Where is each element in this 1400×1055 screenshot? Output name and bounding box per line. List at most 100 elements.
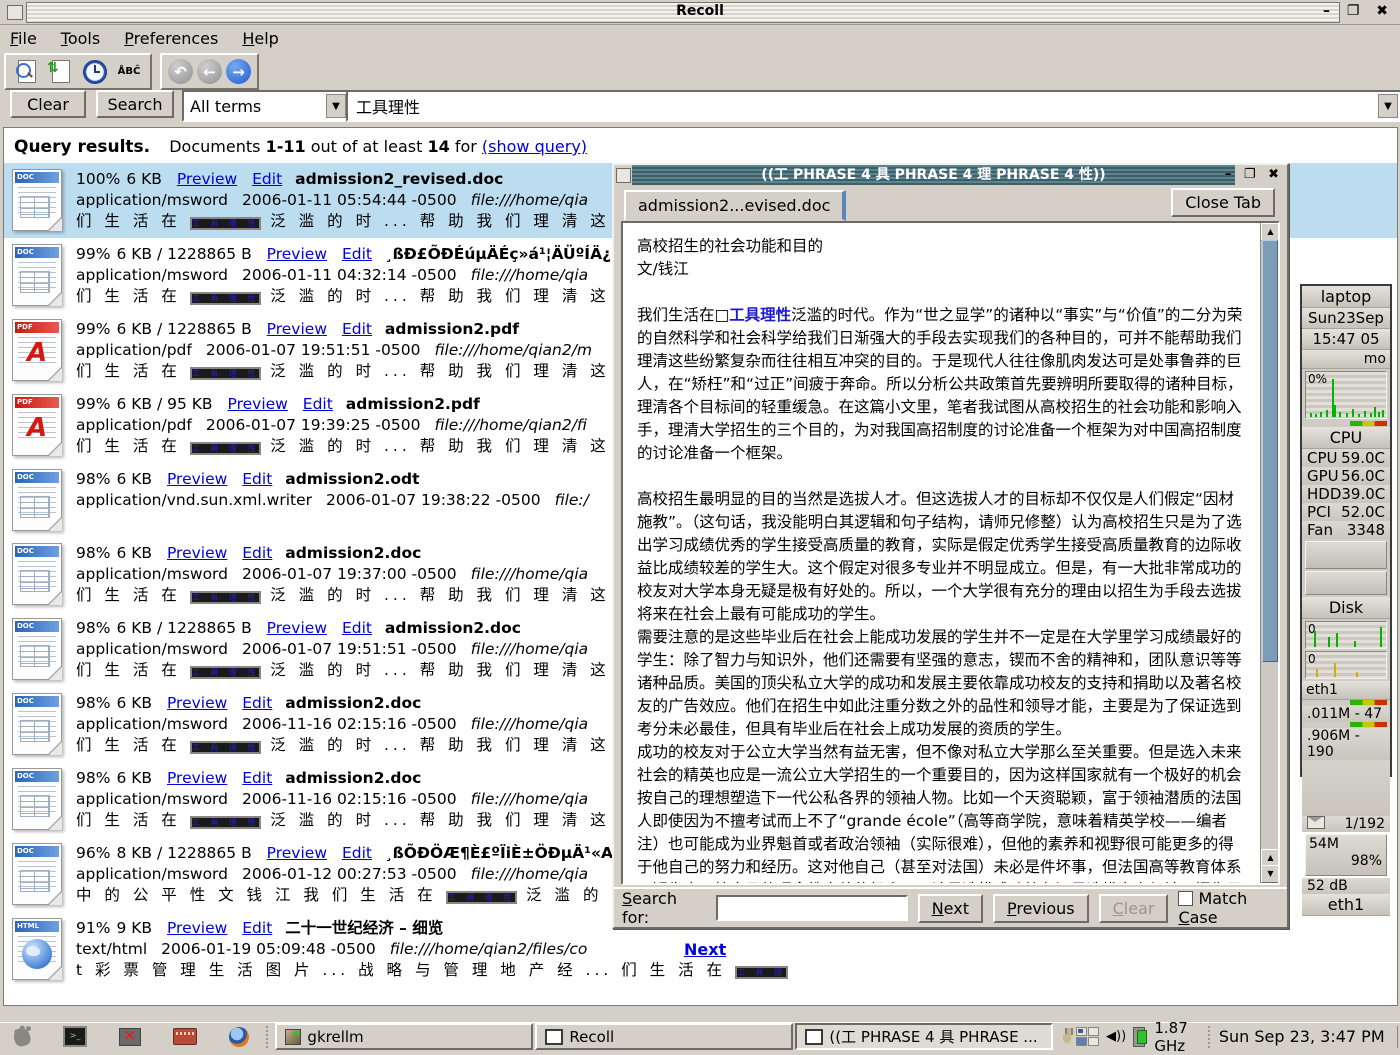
file-type-icon: HTML — [12, 918, 62, 980]
preview-text-area[interactable]: 高校招生的社会功能和目的文/钱江我们生活在□工具理性泛滥的时代。作为“世之显学”… — [621, 221, 1280, 885]
match-case-option[interactable]: Match Case — [1178, 889, 1287, 927]
find-previous-button[interactable]: Previous — [993, 894, 1089, 923]
temp-row-cpu: CPU59.0C — [1302, 449, 1390, 467]
close-tab-button[interactable]: Close Tab — [1171, 188, 1275, 217]
taskbar-button-preview[interactable]: ((工 PHRASE 4 具 PHRASE ... — [795, 1023, 1053, 1050]
edit-link[interactable]: Edit — [242, 544, 272, 562]
file-date: 2006-01-07 19:51:51 -0500 — [206, 341, 421, 359]
menu-file[interactable]: File — [10, 29, 37, 48]
menu-preferences[interactable]: Preferences — [124, 29, 218, 48]
net-rx-row: .011M - 47 — [1302, 706, 1390, 722]
preview-link[interactable]: Preview — [228, 395, 288, 413]
screen-off-icon — [119, 1028, 141, 1046]
file-url: file:///home/qia — [471, 191, 589, 209]
edit-link[interactable]: Edit — [303, 395, 333, 413]
edit-link[interactable]: Edit — [242, 769, 272, 787]
workspace-4[interactable] — [1088, 1037, 1099, 1046]
chevron-down-icon[interactable]: ▼ — [326, 94, 346, 118]
menu-help[interactable]: Help — [242, 29, 278, 48]
clear-button[interactable]: Clear — [10, 90, 86, 118]
edit-link[interactable]: Edit — [252, 170, 282, 188]
workspace-2[interactable] — [1088, 1027, 1099, 1036]
menu-tools[interactable]: Tools — [61, 29, 100, 48]
workspace-3[interactable] — [1076, 1037, 1087, 1046]
preview-tab[interactable]: admission2...evised.doc — [624, 190, 846, 221]
mail-count: 1/192 — [1345, 816, 1385, 832]
file-date: 2006-11-16 02:15:16 -0500 — [242, 790, 457, 808]
file-date: 2006-01-19 05:09:48 -0500 — [161, 940, 376, 958]
matched-term: 工 具 理 性 — [190, 442, 262, 455]
mime-type: application/msword — [76, 191, 228, 209]
query-input[interactable]: 工具理性 ▼ — [346, 90, 1400, 122]
scrollbar-thumb[interactable] — [1262, 240, 1278, 662]
net-tx: .906M - 190 — [1307, 728, 1385, 760]
gnome-menu-button[interactable] — [12, 1026, 31, 1048]
taskbar-clock[interactable]: Sun Sep 23, 3:47 PM — [1219, 1027, 1385, 1046]
firefox-launcher[interactable] — [229, 1026, 249, 1048]
search-button[interactable]: Search — [96, 90, 174, 118]
sort-button[interactable]: ⇅ — [46, 58, 76, 85]
taskbar-button-recoll[interactable]: Recoll — [535, 1023, 793, 1050]
net-tx-row: .906M - 190 — [1302, 728, 1390, 760]
edit-link[interactable]: Edit — [242, 694, 272, 712]
query-chevron-down-icon[interactable]: ▼ — [1378, 94, 1398, 118]
preview-link[interactable]: Preview — [167, 694, 227, 712]
taskbar-button-gkrellm[interactable]: gkrellm — [275, 1023, 533, 1050]
preview-link[interactable]: Preview — [267, 619, 327, 637]
edit-link[interactable]: Edit — [242, 919, 272, 937]
preview-link[interactable]: Preview — [167, 919, 227, 937]
preview-window: ((工 PHRASE 4 具 PHRASE 4 理 PHRASE 4 性)) –… — [612, 163, 1289, 929]
preview-titlebar[interactable]: ((工 PHRASE 4 具 PHRASE 4 理 PHRASE 4 性)) –… — [614, 165, 1287, 185]
main-titlebar: Recoll – ❐ ✖ — [0, 0, 1400, 25]
workspace-pager[interactable] — [1076, 1027, 1099, 1046]
workspace-1[interactable] — [1076, 1027, 1087, 1036]
history-button[interactable] — [80, 58, 110, 85]
window-controls[interactable]: – ❐ ✖ — [1323, 3, 1394, 19]
file-date: 2006-01-07 19:38:22 -0500 — [326, 491, 541, 509]
find-next-button[interactable]: Next — [918, 894, 983, 923]
right-arrow-icon: → — [232, 63, 245, 81]
match-case-checkbox[interactable] — [1178, 891, 1193, 906]
cpu-monitor-icon[interactable] — [1133, 1027, 1145, 1047]
edit-link[interactable]: Edit — [242, 470, 272, 488]
next-page-link[interactable]: Next — [684, 940, 726, 959]
preview-link[interactable]: Preview — [167, 544, 227, 562]
edit-link[interactable]: Edit — [342, 619, 372, 637]
power-plug-icon[interactable] — [1061, 1028, 1069, 1046]
edit-link[interactable]: Edit — [342, 844, 372, 862]
edit-link[interactable]: Edit — [342, 245, 372, 263]
result-filename: ¸ßÕÐÖÆ¶È£ºÏiÈ±ÖÐµÄ¹«A — [385, 844, 613, 862]
taskbar-separator[interactable] — [263, 1026, 269, 1048]
relevance-percent: 96% — [76, 844, 110, 862]
gkrellm-monitor[interactable]: laptop Sun23Sep 15:47 05 mo 0% CPU CPU59… — [1300, 284, 1392, 777]
edit-link[interactable]: Edit — [342, 320, 372, 338]
nav-forward-button[interactable]: → — [226, 59, 251, 84]
file-url: file:///home/qia — [471, 640, 589, 658]
file-type-icon: DOC — [12, 693, 62, 755]
mime-type: application/msword — [76, 565, 228, 583]
preview-scrollbar[interactable]: ▲ ▲ ▼ — [1260, 223, 1278, 883]
search-mode-combobox[interactable]: All terms ▼ — [182, 90, 350, 122]
scroll-up-icon[interactable]: ▲ — [1261, 223, 1280, 241]
preview-window-menu-button[interactable] — [616, 168, 631, 183]
preview-window-controls[interactable]: – ❐ ✖ — [1225, 167, 1283, 182]
volume-icon[interactable]: ◀)) — [1106, 1029, 1126, 1044]
nav-back-button[interactable]: ← — [197, 59, 222, 84]
show-results-button[interactable] — [12, 58, 42, 85]
nav-first-button[interactable]: ↶ — [168, 59, 193, 84]
show-query-link[interactable]: (show query) — [482, 137, 587, 156]
preview-link[interactable]: Preview — [267, 320, 327, 338]
preview-link[interactable]: Preview — [167, 470, 227, 488]
result-filename: admission2.doc — [285, 769, 421, 787]
preview-link[interactable]: Preview — [267, 245, 327, 263]
query-value: 工具理性 — [356, 94, 420, 118]
lock-screen-launcher[interactable] — [119, 1026, 141, 1048]
find-input[interactable] — [716, 895, 908, 921]
print-launcher[interactable] — [173, 1026, 197, 1048]
preview-link[interactable]: Preview — [177, 170, 237, 188]
terminal-launcher[interactable]: >_ — [63, 1026, 87, 1048]
preview-link[interactable]: Preview — [167, 769, 227, 787]
scroll-down-icon[interactable]: ▼ — [1261, 865, 1280, 883]
preview-link[interactable]: Preview — [267, 844, 327, 862]
term-explorer-button[interactable]: ÅBĈ — [114, 58, 144, 85]
